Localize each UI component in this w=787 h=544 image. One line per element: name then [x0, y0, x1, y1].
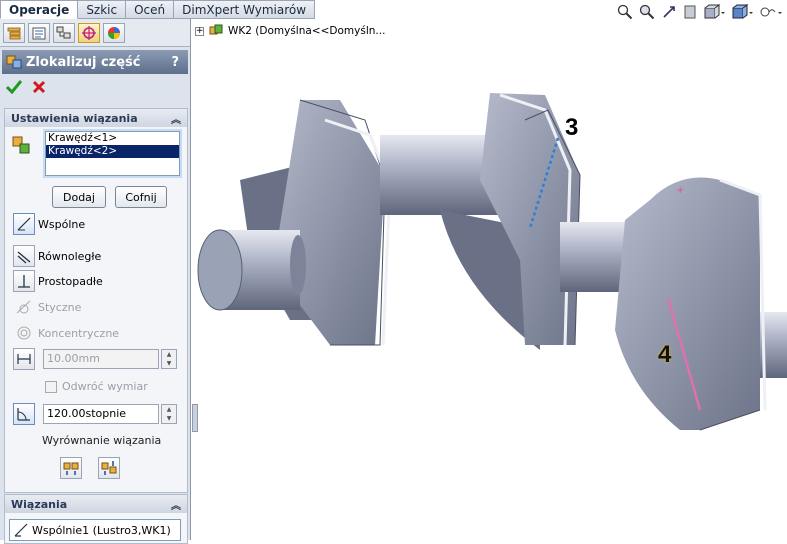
tab-operacje[interactable]: Operacje — [0, 0, 79, 19]
perpendicular-label: Prostopadłe — [38, 274, 103, 288]
mate-selections-list[interactable]: Krawędź<1> Krawędź<2> — [45, 131, 180, 176]
graphics-viewport[interactable]: + 3 4 — [192, 19, 787, 540]
collapse-chevron-icon[interactable]: ︽ — [171, 497, 181, 512]
distance-field[interactable]: 10.00mm — [43, 349, 159, 369]
help-icon[interactable]: ? — [171, 55, 179, 70]
mate-alignment-label: Wyrównanie wiązania — [42, 434, 162, 447]
anti-aligned-button[interactable] — [98, 457, 120, 479]
heads-up-view-toolbar — [617, 4, 783, 23]
aligned-button[interactable] — [60, 457, 82, 479]
flip-dimension-option[interactable]: Odwróć wymiar — [45, 380, 148, 393]
spin-up-icon[interactable]: ▲ — [167, 406, 172, 413]
edge-callout-4: 4 — [658, 341, 672, 368]
coincident-option[interactable]: Wspólne — [13, 213, 85, 235]
appearance-icon[interactable] — [103, 23, 125, 43]
mate-icon — [6, 55, 22, 69]
expand-icon[interactable]: + — [195, 26, 204, 36]
tree-node-label[interactable]: WK2 (Domyślna<<Domyśln... — [228, 25, 385, 37]
tangent-option: Styczne — [13, 296, 81, 318]
manager-tab-bar — [0, 19, 190, 47]
spin-down-icon[interactable]: ▼ — [167, 415, 172, 422]
tab-dimxpert[interactable]: DimXpert Wymiarów — [174, 0, 316, 19]
crankshaft-model: + — [197, 93, 787, 431]
coincident-label: Wspólne — [38, 217, 86, 231]
flyout-tree: + WK2 (Domyślna<<Domyśln... — [195, 24, 385, 38]
mate-settings-header[interactable]: Ustawienia wiązania ︽ — [5, 109, 187, 127]
flip-dimension-checkbox[interactable] — [45, 380, 57, 393]
add-button[interactable]: Dodaj — [52, 186, 106, 208]
display-style-icon[interactable] — [731, 4, 753, 23]
perpendicular-icon[interactable] — [13, 270, 35, 292]
configuration-manager-icon[interactable] — [53, 23, 75, 43]
coincident-mate-icon — [14, 523, 28, 537]
collapse-chevron-icon[interactable]: ︽ — [171, 111, 181, 126]
mates-list[interactable]: Wspólnie1 (Lustro3,WK1) — [9, 519, 181, 541]
undo-button[interactable]: Cofnij — [115, 186, 167, 208]
section-view-icon[interactable] — [683, 4, 697, 23]
feature-manager-icon[interactable] — [3, 23, 25, 43]
view-orientation-icon[interactable] — [703, 4, 725, 23]
hide-show-items-icon[interactable] — [759, 4, 783, 23]
tangent-label: Styczne — [38, 300, 82, 314]
cancel-x-icon[interactable] — [32, 80, 46, 94]
mate-settings-title: Ustawienia wiązania — [11, 111, 138, 125]
angle-stepper[interactable]: ▲ ▼ — [161, 404, 177, 424]
angle-field[interactable]: 120.00stopnie — [43, 404, 159, 424]
property-manager-title-bar: Zlokalizuj część ? — [2, 50, 188, 74]
list-item[interactable]: Krawędź<1> — [46, 132, 179, 145]
concentric-option: Koncentryczne — [13, 322, 119, 344]
parallel-icon[interactable] — [13, 245, 35, 267]
previous-view-icon[interactable] — [661, 4, 677, 23]
zoom-to-area-icon[interactable] — [639, 4, 655, 23]
dimxpert-manager-icon[interactable] — [78, 23, 100, 43]
spin-down-icon[interactable]: ▼ — [167, 360, 172, 367]
command-tabs: Operacje Szkic Oceń DimXpert Wymiarów — [0, 0, 316, 19]
part-icon — [209, 24, 223, 35]
perpendicular-option[interactable]: Prostopadłe — [13, 270, 103, 292]
concentric-icon — [13, 322, 35, 344]
coincident-icon[interactable] — [13, 213, 35, 235]
mate-settings-group: Ustawienia wiązania ︽ Krawędź<1> Krawędź… — [4, 108, 188, 493]
spin-up-icon[interactable]: ▲ — [167, 351, 172, 358]
origin-mark: + — [676, 185, 684, 196]
ok-cancel-row — [0, 74, 190, 100]
tab-ocen[interactable]: Oceń — [126, 0, 175, 19]
distance-stepper[interactable]: ▲ ▼ — [161, 349, 177, 369]
zoom-to-fit-icon[interactable] — [617, 4, 633, 23]
list-item[interactable]: Wspólnie1 (Lustro3,WK1) — [32, 524, 171, 537]
mates-header[interactable]: Wiązania ︽ — [5, 495, 187, 513]
concentric-label: Koncentryczne — [38, 326, 120, 340]
entities-to-mate-icon — [12, 136, 30, 154]
mates-group: Wiązania ︽ Wspólnie1 (Lustro3,WK1) — [4, 494, 188, 544]
parallel-label: Równoległe — [38, 249, 102, 263]
angle-mate-icon[interactable] — [13, 403, 35, 425]
tangent-icon — [13, 296, 35, 318]
ok-check-icon[interactable] — [6, 80, 22, 94]
tab-szkic[interactable]: Szkic — [78, 0, 127, 19]
edge-callout-3: 3 — [565, 114, 579, 141]
list-item[interactable]: Krawędź<2> — [46, 145, 179, 158]
mates-title: Wiązania — [11, 497, 68, 511]
flip-dimension-label: Odwróć wymiar — [62, 380, 148, 393]
property-manager-panel: Zlokalizuj część ? Ustawienia wiązania ︽… — [0, 19, 191, 544]
distance-mate-icon[interactable] — [13, 348, 35, 370]
property-manager-title: Zlokalizuj część — [26, 54, 141, 70]
parallel-option[interactable]: Równoległe — [13, 245, 101, 267]
property-manager-icon[interactable] — [28, 23, 50, 43]
